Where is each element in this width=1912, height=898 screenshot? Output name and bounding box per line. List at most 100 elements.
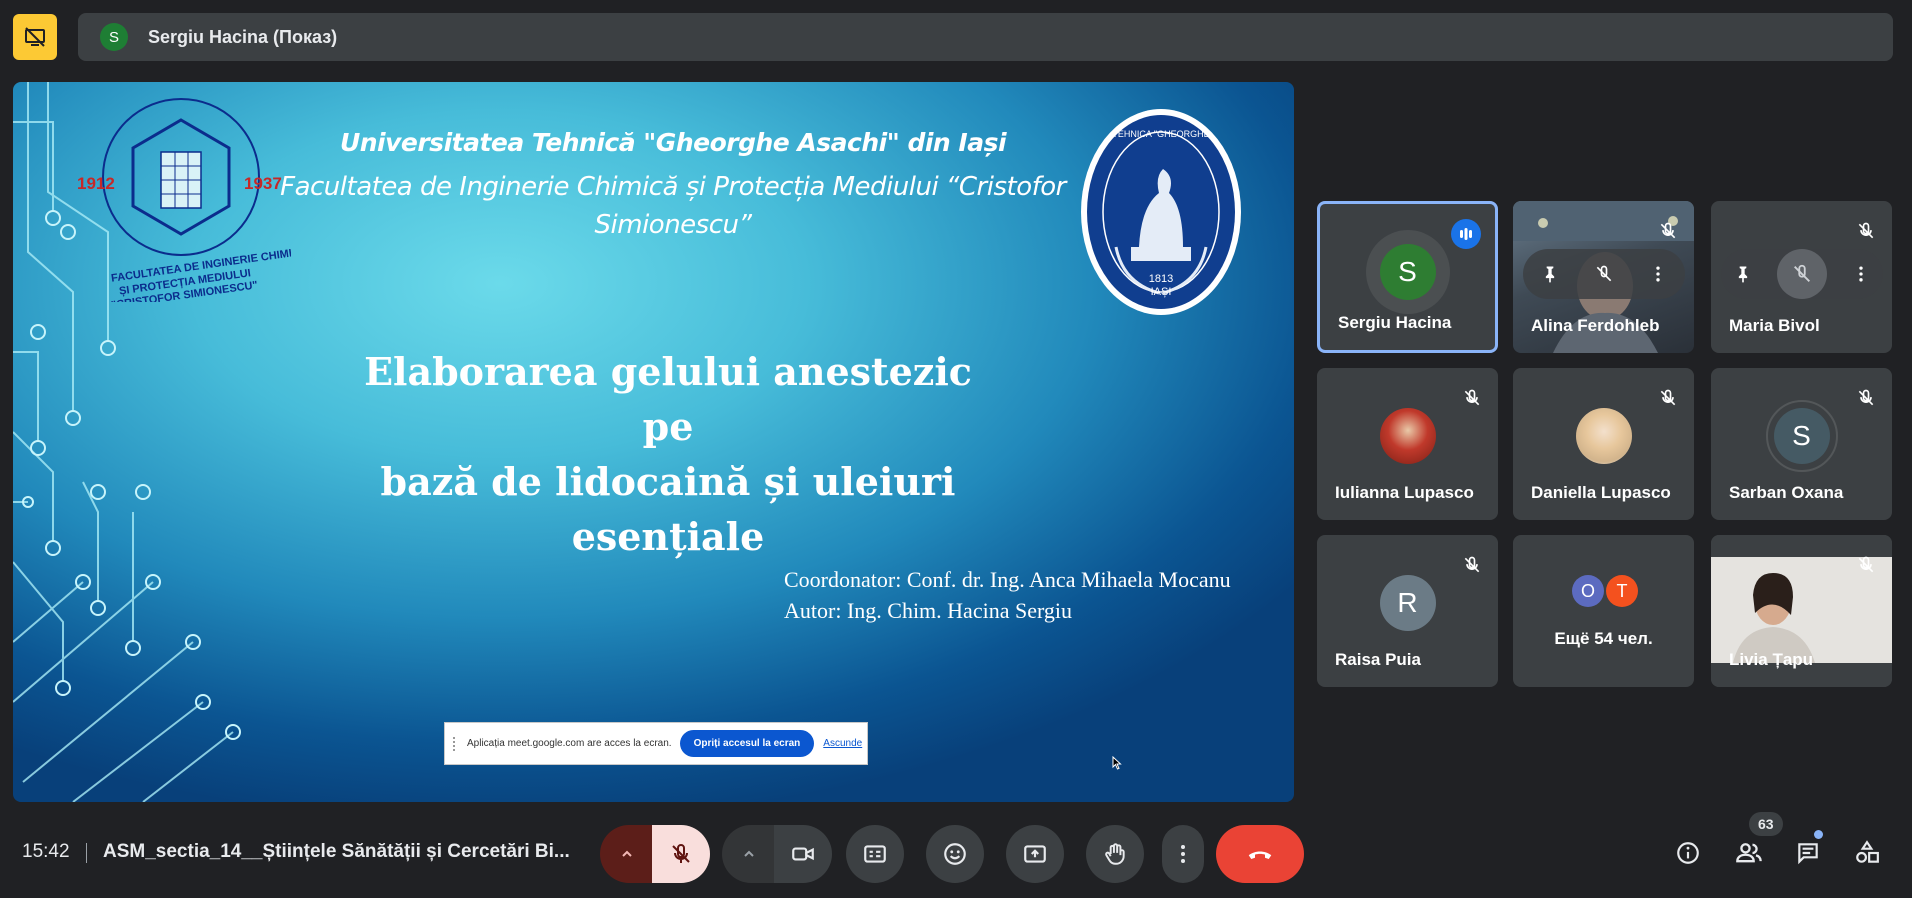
avatar: T [1606, 575, 1638, 607]
avatar [1575, 408, 1632, 464]
hide-notice-link[interactable]: Ascunde [823, 738, 862, 749]
participant-name: Daniella Lupasco [1531, 483, 1671, 502]
presenter-label: Sergiu Hacina (Показ) [148, 26, 338, 47]
participant-name: Sarban Oxana [1729, 483, 1844, 502]
participant-tile[interactable]: S Sergiu Hacina [1317, 201, 1498, 353]
drag-handle[interactable] [453, 736, 459, 751]
participant-count-badge: 63 [1749, 812, 1783, 836]
pin-icon[interactable] [1733, 264, 1753, 284]
mouse-cursor-icon [1112, 756, 1122, 770]
participant-name: Sergiu Hacina [1338, 313, 1452, 332]
avatar [1777, 249, 1827, 299]
shared-screen: 1912 1937 FACULTATEA DE INGINERIE CHIMIC… [13, 82, 1294, 802]
tile-controls [1721, 249, 1883, 299]
mic-off-icon [1858, 389, 1874, 406]
mic-off-icon [1464, 389, 1480, 406]
screen-share-notice: Aplicația meet.google.com are acces la e… [444, 722, 868, 765]
video-options-button[interactable] [722, 825, 776, 883]
participant-tile[interactable]: Maria Bivol [1711, 201, 1892, 353]
avatar: S [1379, 244, 1436, 300]
participant-tile[interactable]: Iulianna Lupasco [1317, 368, 1498, 520]
mic-off-icon[interactable] [1594, 264, 1614, 284]
chat-button[interactable] [1791, 836, 1825, 870]
present-off-icon [25, 27, 45, 47]
captions-button[interactable] [846, 825, 904, 883]
participant-name: Iulianna Lupasco [1335, 483, 1474, 502]
participant-tile[interactable]: Alina Ferdohleb [1513, 201, 1694, 353]
faculty-logo: 1912 1937 FACULTATEA DE INGINERIE CHIMIC… [77, 98, 291, 302]
chevron-up-icon [744, 850, 754, 857]
chevron-up-icon [622, 850, 632, 857]
slide-credits: Coordonator: Conf. dr. Ing. Anca Mihaela… [784, 564, 1231, 626]
raise-hand-button[interactable] [1086, 825, 1144, 883]
mic-off-icon [1660, 222, 1676, 239]
participant-tile[interactable]: Livia Țapu [1711, 535, 1892, 687]
present-to-all-icon [1024, 845, 1046, 863]
call-end-icon [1248, 851, 1272, 859]
slide-coordinator: Coordonator: Conf. dr. Ing. Anca Mihaela… [784, 567, 1231, 592]
slide-title-line1: Elaborarea gelului anestezic pe [364, 349, 972, 449]
slide-faculty-line2: Simionescu” [594, 210, 752, 240]
participant-tile[interactable]: S Sarban Oxana [1711, 368, 1892, 520]
participant-name: Raisa Puia [1335, 650, 1421, 669]
avatar: R [1379, 575, 1436, 631]
mic-off-icon [1858, 222, 1874, 239]
mic-off-icon [672, 843, 690, 863]
leave-call-button[interactable] [1216, 825, 1304, 883]
slide-university-name: Universitatea Tehnică "Gheorghe Asachi" … [339, 128, 1007, 157]
avatar: S [1773, 408, 1830, 464]
participant-tile[interactable]: R Raisa Puia [1317, 535, 1498, 687]
slide-author: Autor: Ing. Chim. Hacina Sergiu [784, 598, 1072, 623]
divider [86, 843, 87, 863]
avatar: O [1572, 575, 1604, 607]
videocam-icon [792, 847, 814, 861]
more-options-icon[interactable] [1851, 264, 1871, 284]
more-options-button[interactable] [1162, 825, 1204, 883]
svg-text:IAȘI: IAȘI [1151, 286, 1172, 298]
university-seal: 1813 IAȘI TEHNICA "GHEORGHE [1081, 109, 1241, 315]
present-screen-button[interactable] [1006, 825, 1064, 883]
audio-options-button[interactable] [600, 825, 654, 883]
avatar [1379, 408, 1436, 464]
svg-text:1912: 1912 [77, 174, 115, 193]
more-vert-icon [1181, 845, 1185, 863]
meeting-title: ASM_sectia_14__Științele Sănătății și Ce… [103, 841, 570, 862]
info-icon [1677, 842, 1699, 864]
stop-sharing-button[interactable]: Opriți accesul la ecran [679, 730, 815, 757]
people-icon [1736, 843, 1762, 863]
camera-toggle-button[interactable] [774, 825, 832, 883]
slide-title-line3: esențiale [571, 514, 765, 559]
microphone-toggle-button[interactable] [652, 825, 710, 883]
shapes-icon [1856, 840, 1879, 863]
slide-faculty-name: Facultatea de Inginerie Chimică și Prote… [263, 168, 1083, 244]
pin-icon[interactable] [1540, 264, 1560, 284]
meeting-details-button[interactable] [1671, 836, 1705, 870]
emoji-icon [944, 843, 966, 865]
svg-text:1813: 1813 [1149, 273, 1173, 285]
chat-icon [1798, 843, 1818, 865]
more-participants-label: Ещё 54 чел. [1554, 629, 1653, 648]
chat-unread-dot [1814, 830, 1823, 839]
tile-controls [1523, 249, 1685, 299]
mic-off-icon [1464, 556, 1480, 573]
closed-captions-icon [864, 845, 886, 863]
hand-icon [1105, 843, 1125, 865]
participant-name: Alina Ferdohleb [1531, 316, 1660, 335]
participant-name: Maria Bivol [1729, 316, 1820, 335]
participant-tile[interactable]: Daniella Lupasco [1513, 368, 1694, 520]
more-participants-tile[interactable]: O T Ещё 54 чел. [1513, 535, 1694, 687]
activities-button[interactable] [1850, 836, 1884, 870]
more-options-icon[interactable] [1648, 264, 1668, 284]
reactions-button[interactable] [926, 825, 984, 883]
mic-off-icon [1858, 556, 1874, 573]
mic-off-icon [1660, 389, 1676, 406]
more-participants-avatars: O T [1572, 575, 1640, 607]
people-button[interactable] [1732, 836, 1766, 870]
participant-name: Livia Țapu [1729, 650, 1814, 669]
meeting-clock: 15:42 [22, 841, 70, 862]
presenter-avatar: S [100, 23, 128, 51]
stop-presenting-button[interactable] [13, 14, 57, 60]
slide-title-line2: bază de lidocaină și uleiuri [380, 459, 956, 504]
speaking-indicator-icon [1451, 219, 1481, 249]
svg-text:TEHNICA "GHEORGHE: TEHNICA "GHEORGHE [1112, 129, 1209, 139]
